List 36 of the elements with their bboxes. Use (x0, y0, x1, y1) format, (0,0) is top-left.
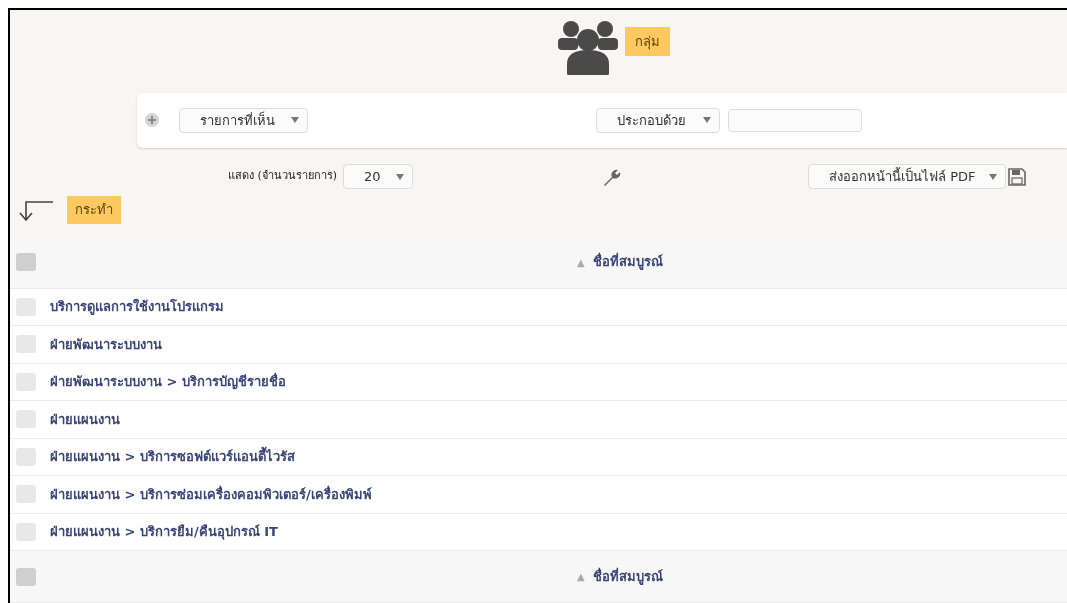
show-label: แสดง (จำนวนรายการ) (228, 168, 338, 185)
column-title: ชื่อที่สมบูรณ์ (592, 252, 663, 272)
group-name: ฝ่ายแผนงาน (50, 410, 120, 429)
table-row[interactable]: ฝ่ายแผนงาน (10, 401, 1067, 439)
column-title: ชื่อที่สมบูรณ์ (592, 566, 663, 587)
caret-icon (396, 173, 405, 180)
group-name: ฝ่ายแผนงาน > บริการยืม/คืนอุปกรณ์ IT (50, 523, 278, 542)
table-row[interactable]: ฝ่ายแผนงาน > บริการซ่อมเครื่องคอมพิวเตอร์/เครื่องพิมพ์ (10, 476, 1067, 514)
group-name: ฝ่ายพัฒนาระบบงาน > บริการบัญชีรายชื่อ (50, 372, 286, 392)
field-select[interactable]: รายการที่เห็น (179, 107, 308, 133)
operator-select[interactable]: ประกอบด้วย (596, 107, 720, 133)
group-name: ฝ่ายแผนงาน > บริการซ่อมเครื่องคอมพิวเตอร์/เครื่องพิมพ์ (50, 484, 372, 504)
table-row[interactable]: บริการดูแลการใช้งานโปรแกรม (10, 288, 1067, 326)
caret-icon (703, 117, 711, 124)
page-title: กลุ่ม (625, 26, 670, 57)
group-name: ฝ่ายแผนงาน > บริการซอฟต์แวร์แอนตี้ไวรัส (50, 447, 295, 467)
save-icon[interactable] (1008, 167, 1027, 186)
caret-icon (291, 117, 299, 124)
table-row[interactable]: ฝ่ายพัฒนาระบบงาน (10, 326, 1067, 364)
page-size-select[interactable]: 20 (343, 164, 414, 190)
sort-mark: ▲ (577, 255, 585, 270)
value-field[interactable] (728, 108, 862, 132)
table-row[interactable]: ฝ่ายพัฒนาระบบงาน > บริการบัญชีรายชื่อ (10, 363, 1067, 401)
add-icon[interactable] (145, 113, 159, 128)
caret-icon (989, 173, 998, 180)
group-name: ฝ่ายพัฒนาระบบงาน (50, 335, 162, 354)
group-name: บริการดูแลการใช้งานโปรแกรม (50, 297, 224, 317)
export-select[interactable]: ส่งออกหน้านี้เป็นไฟล์ PDF (808, 164, 1007, 190)
action-button[interactable]: กระทำ (67, 195, 121, 224)
column-header[interactable]: ▲ ชื่อที่สมบูรณ์ (577, 252, 663, 272)
column-header[interactable]: ▲ ชื่อที่สมบูรณ์ (577, 566, 663, 587)
checkbox[interactable] (16, 567, 36, 586)
table-row[interactable]: ฝ่ายแผนงาน > บริการซอฟต์แวร์แอนตี้ไวรัส (10, 438, 1067, 476)
sort-mark: ▲ (577, 570, 585, 584)
group-icon (557, 20, 619, 77)
checkbox[interactable] (16, 253, 36, 271)
